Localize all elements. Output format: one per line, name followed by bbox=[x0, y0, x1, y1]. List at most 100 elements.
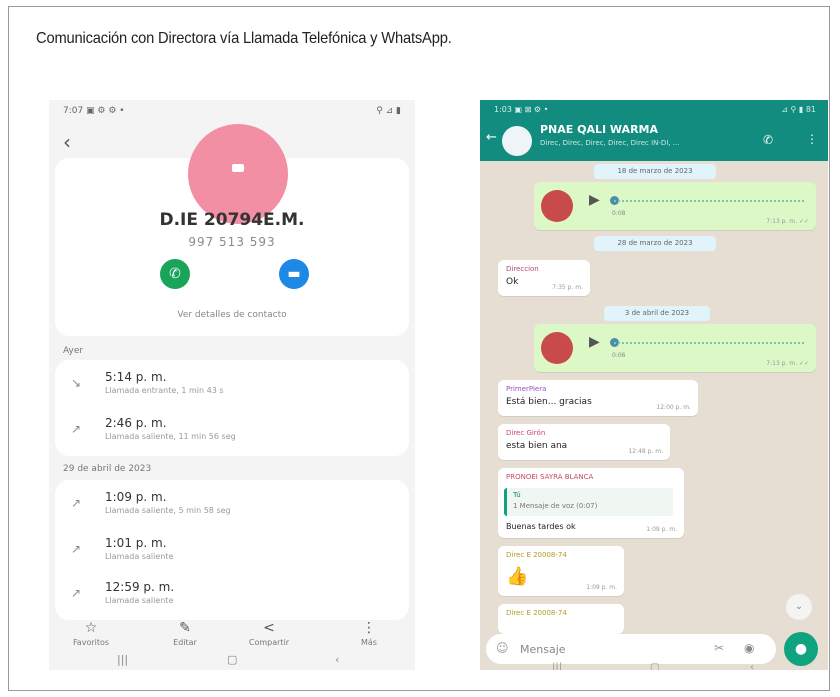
voice-duration: 0:06 bbox=[612, 352, 626, 359]
call-row[interactable]: ↘ 5:14 p. m. Llamada entrante, 1 min 43 … bbox=[55, 364, 409, 408]
message-input[interactable]: Mensaje bbox=[520, 643, 566, 656]
home-icon[interactable]: ▢ bbox=[227, 653, 237, 666]
call-time: 1:09 p. m. bbox=[105, 490, 167, 504]
sender-name: Direccion bbox=[506, 265, 539, 273]
outgoing-call-icon: ↗ bbox=[71, 496, 82, 510]
contact-avatar bbox=[188, 124, 288, 224]
edit-label: Editar bbox=[173, 638, 197, 647]
group-name[interactable]: PNAE QALI WARMA bbox=[540, 123, 658, 136]
contact-card: D.IE 20794E.M. 997 513 593 ✆ ▬ Ver detal… bbox=[55, 124, 409, 336]
call-time: 5:14 p. m. bbox=[105, 370, 167, 384]
message-time: 1:09 p. m. bbox=[646, 526, 677, 533]
outgoing-call-icon: ↗ bbox=[71, 586, 82, 600]
home-icon[interactable]: ▢ bbox=[650, 662, 659, 670]
more-button[interactable]: ⋮ Más bbox=[339, 620, 399, 647]
pencil-icon: ✎ bbox=[179, 620, 191, 636]
quoted-message[interactable]: Tú 1 Mensaje de voz (0:07) bbox=[504, 488, 673, 516]
status-bar-left: 1:03 ▣ ⊠ ⚙ • bbox=[494, 105, 549, 114]
section-date: 29 de abril de 2023 bbox=[63, 464, 152, 474]
scroll-down-button[interactable]: ⌄ bbox=[786, 594, 812, 620]
chat-message[interactable]: Direc E 20008-74 👍 1:09 p. m. bbox=[498, 546, 624, 596]
chat-message[interactable]: Direc E 20008-74 bbox=[498, 604, 624, 634]
message-time: 7:13 p. m. ✓✓ bbox=[766, 218, 809, 225]
chat-message-reply[interactable]: PRONOEI SAYRA BLANCA Tú 1 Mensaje de voz… bbox=[498, 468, 684, 538]
android-nav-bar: ||| ▢ ‹ bbox=[480, 662, 828, 670]
group-avatar[interactable] bbox=[502, 126, 532, 156]
message-time: 7:35 p. m. bbox=[552, 284, 583, 291]
call-button[interactable]: ✆ bbox=[160, 259, 190, 289]
calls-group-date: ↗ 1:09 p. m. Llamada saliente, 5 min 58 … bbox=[55, 480, 409, 620]
share-button[interactable]: < Compartir bbox=[239, 620, 299, 647]
back-nav-icon[interactable]: ‹ bbox=[335, 653, 339, 666]
call-time: 2:46 p. m. bbox=[105, 416, 167, 430]
status-bar-right: ⚲ ⊿ ▮ bbox=[376, 106, 401, 116]
microphone-icon: ● bbox=[794, 641, 808, 657]
call-row[interactable]: ↗ 1:01 p. m. Llamada saliente bbox=[55, 530, 409, 574]
attach-icon[interactable]: ✂ bbox=[714, 641, 724, 655]
status-bar-right: ⊿ ⚲ ▮ 81 bbox=[781, 105, 816, 114]
message-text: Buenas tardes ok bbox=[506, 522, 576, 531]
voice-message[interactable]: ▶ 0:08 7:13 p. m. ✓✓ bbox=[534, 182, 816, 230]
section-yesterday: Ayer bbox=[63, 346, 84, 356]
group-members: Direc, Direc, Direc, Direc, Direc IN-DI,… bbox=[540, 139, 680, 147]
message-time: 1:09 p. m. bbox=[586, 584, 617, 591]
back-arrow-icon[interactable]: ← bbox=[486, 130, 497, 145]
call-detail: Llamada saliente, 11 min 56 seg bbox=[105, 432, 236, 441]
share-label: Compartir bbox=[248, 638, 290, 647]
favorites-button[interactable]: ☆ Favoritos bbox=[61, 620, 121, 647]
phone-icon: ✆ bbox=[169, 266, 181, 282]
thumbs-up-icon: 👍 bbox=[506, 566, 529, 587]
audio-waveform bbox=[614, 200, 804, 206]
edit-button[interactable]: ✎ Editar bbox=[155, 620, 215, 647]
recents-icon[interactable]: ||| bbox=[117, 653, 128, 666]
call-time: 1:01 p. m. bbox=[105, 536, 167, 550]
voice-message[interactable]: ▶ 0:06 7:13 p. m. ✓✓ bbox=[534, 324, 816, 372]
chat-message[interactable]: Direccion Ok 7:35 p. m. bbox=[498, 260, 590, 296]
call-detail: Llamada saliente bbox=[105, 552, 174, 561]
message-time: 12:00 p. m. bbox=[656, 404, 691, 411]
voice-duration: 0:08 bbox=[612, 210, 626, 217]
share-icon: < bbox=[263, 620, 275, 636]
page-title: Comunicación con Directora vía Llamada T… bbox=[36, 30, 452, 47]
status-bar-left: 7:07 ▣ ⚙ ⚙ • bbox=[63, 106, 125, 116]
more-label: Más bbox=[361, 638, 377, 647]
back-nav-icon[interactable]: ‹ bbox=[750, 662, 754, 670]
message-time: 7:13 p. m. ✓✓ bbox=[766, 360, 809, 367]
android-nav-bar: ||| ▢ ‹ bbox=[49, 653, 415, 670]
outgoing-call-icon: ↗ bbox=[71, 422, 82, 436]
contact-details-link[interactable]: Ver detalles de contacto bbox=[55, 310, 409, 320]
chat-message[interactable]: Direc Girón esta bien ana 12:48 p. m. bbox=[498, 424, 670, 460]
message-button[interactable]: ▬ bbox=[279, 259, 309, 289]
contact-name: D.IE 20794E.M. bbox=[159, 210, 305, 230]
star-icon: ☆ bbox=[84, 620, 98, 636]
message-text: Está bien... gracias bbox=[506, 397, 592, 407]
sender-avatar bbox=[541, 332, 573, 364]
camera-icon[interactable]: ◉ bbox=[744, 641, 754, 655]
quoted-text: 1 Mensaje de voz (0:07) bbox=[513, 502, 598, 510]
sender-name: Direc Girón bbox=[506, 429, 546, 437]
message-time: 12:48 p. m. bbox=[628, 448, 663, 455]
call-detail: Llamada entrante, 1 min 43 s bbox=[105, 386, 224, 395]
outgoing-call-icon: ↗ bbox=[71, 542, 82, 556]
chevron-down-icon: ⌄ bbox=[794, 601, 804, 612]
chat-icon: ▬ bbox=[287, 266, 301, 282]
back-icon[interactable]: ‹ bbox=[63, 130, 71, 154]
sender-name: Direc E 20008-74 bbox=[506, 609, 567, 617]
menu-icon[interactable]: ⋮ bbox=[806, 132, 818, 146]
play-icon[interactable]: ▶ bbox=[589, 192, 600, 208]
call-log-screenshot: 7:07 ▣ ⚙ ⚙ • ⚲ ⊿ ▮ ‹ D.IE 20794E.M. 997 … bbox=[49, 100, 415, 670]
emoji-icon[interactable]: ☺ bbox=[496, 641, 509, 655]
contact-number: 997 513 593 bbox=[188, 235, 276, 249]
message-text: Ok bbox=[506, 277, 519, 287]
favorites-label: Favoritos bbox=[72, 638, 110, 647]
chat-message[interactable]: PrimerPiera Está bien... gracias 12:00 p… bbox=[498, 380, 698, 416]
call-add-icon[interactable]: ✆ bbox=[763, 133, 773, 147]
mic-button[interactable]: ● bbox=[784, 632, 818, 666]
play-icon[interactable]: ▶ bbox=[589, 334, 600, 350]
call-row[interactable]: ↗ 2:46 p. m. Llamada saliente, 11 min 56… bbox=[55, 410, 409, 454]
call-row[interactable]: ↗ 1:09 p. m. Llamada saliente, 5 min 58 … bbox=[55, 484, 409, 528]
call-row[interactable]: ↗ 12:59 p. m. Llamada saliente bbox=[55, 574, 409, 618]
recents-icon[interactable]: ||| bbox=[552, 662, 562, 670]
message-input-bar[interactable]: ☺ Mensaje ✂ ◉ bbox=[486, 634, 776, 664]
date-divider: 3 de abril de 2023 bbox=[604, 306, 710, 321]
